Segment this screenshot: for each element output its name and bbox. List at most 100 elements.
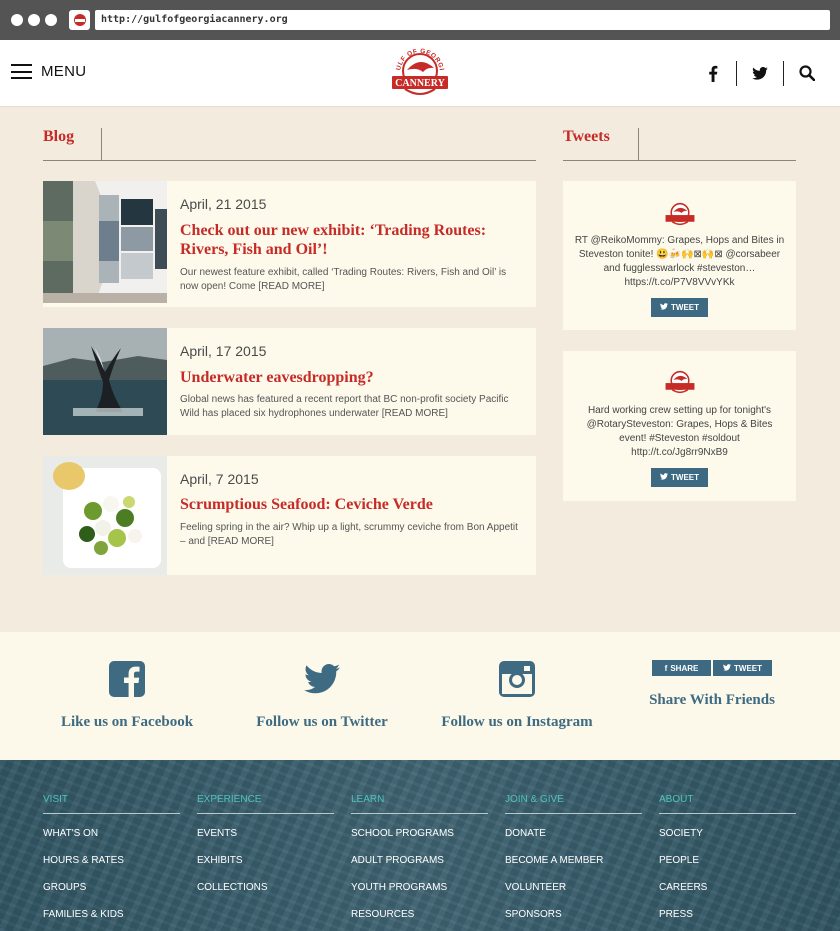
tweet-avatar-logo xyxy=(665,370,695,394)
twitter-icon xyxy=(660,473,668,482)
footer-heading: ABOUT xyxy=(659,794,796,814)
footer-link[interactable]: ADULT PROGRAMS xyxy=(351,855,488,868)
footer-link[interactable]: VOLUNTEER xyxy=(505,882,642,895)
blog-post-excerpt: Feeling spring in the air? Whip up a lig… xyxy=(180,522,518,547)
blog-post-title[interactable]: Scrumptious Seafood: Ceviche Verde xyxy=(180,495,520,514)
tweets-heading-divider xyxy=(638,128,639,160)
share-buttons: f SHARE TWEET xyxy=(612,660,812,676)
facebook-follow-label[interactable]: Like us on Facebook xyxy=(27,714,227,731)
footer-heading: EXPERIENCE xyxy=(197,794,334,814)
footer-heading: VISIT xyxy=(43,794,180,814)
footer-link[interactable]: BECOME A MEMBER xyxy=(505,855,642,868)
instagram-follow-label[interactable]: Follow us on Instagram xyxy=(417,714,617,731)
blog-post-card[interactable]: April, 21 2015 Check out our new exhibit… xyxy=(43,181,536,307)
site-header: MENU GULF OF GEORGIA CANNERY xyxy=(0,40,840,107)
footer-link[interactable]: COLLECTIONS xyxy=(197,882,334,895)
facebook-icon: f xyxy=(664,663,668,673)
tweet-card: Hard working crew setting up for tonight… xyxy=(563,351,796,501)
footer-heading: LEARN xyxy=(351,794,488,814)
share-with-friends: f SHARE TWEET Share With Friends xyxy=(612,648,812,709)
footer-column-visit: VISIT WHAT'S ON HOURS & RATES GROUPS FAM… xyxy=(43,794,180,922)
footer-link[interactable]: EXHIBITS xyxy=(197,855,334,868)
twitter-icon xyxy=(723,663,731,673)
logo-main-text: CANNERY xyxy=(395,78,445,89)
tweets-heading: Tweets xyxy=(563,128,610,145)
blog-post-excerpt: Global news has featured a recent report… xyxy=(180,394,509,419)
twitter-share-button[interactable]: TWEET xyxy=(713,660,772,676)
ceviche-photo xyxy=(43,456,167,575)
blog-post-excerpt: Our newest feature exhibit, called ‘Trad… xyxy=(180,267,507,292)
blog-post-title[interactable]: Underwater eavesdropping? xyxy=(180,368,520,387)
tweet-text: RT @ReikoMommy: Grapes, Hops and Bites i… xyxy=(574,235,785,288)
footer-link[interactable]: WHAT'S ON xyxy=(43,828,180,841)
tweet-button[interactable]: TWEET xyxy=(651,298,708,317)
twitter-icon xyxy=(222,660,422,698)
hamburger-icon xyxy=(11,64,32,79)
footer-link[interactable]: DONATE xyxy=(505,828,642,841)
footer-link[interactable]: GROUPS xyxy=(43,882,180,895)
header-divider xyxy=(783,60,784,86)
footer-link[interactable]: YOUTH PROGRAMS xyxy=(351,882,488,895)
menu-button[interactable]: MENU xyxy=(11,63,86,80)
share-button-label: SHARE xyxy=(670,663,699,673)
search-icon[interactable] xyxy=(792,60,822,86)
tweet-button-label: TWEET xyxy=(671,303,699,312)
blog-post-card[interactable]: April, 17 2015 Underwater eavesdropping?… xyxy=(43,328,536,435)
footer-link[interactable]: FAMILIES & KIDS xyxy=(43,909,180,922)
footer-link[interactable]: RESOURCES xyxy=(351,909,488,922)
blog-post-title[interactable]: Check out our new exhibit: ‘Trading Rout… xyxy=(180,221,520,259)
footer-column-experience: EXPERIENCE EVENTS EXHIBITS COLLECTIONS xyxy=(197,794,334,895)
twitter-follow-label[interactable]: Follow us on Twitter xyxy=(222,714,422,731)
blog-post-card[interactable]: April, 7 2015 Scrumptious Seafood: Cevic… xyxy=(43,456,536,575)
blog-post-date: April, 17 2015 xyxy=(180,343,267,359)
tweet-button-label: TWEET xyxy=(671,473,699,482)
blog-heading-divider xyxy=(101,128,102,160)
footer-heading: JOIN & GIVE xyxy=(505,794,642,814)
footer-link[interactable]: SOCIETY xyxy=(659,828,796,841)
cannery-logo[interactable]: GULF OF GEORGIA CANNERY xyxy=(389,43,451,101)
social-band: Like us on Facebook Follow us on Twitter… xyxy=(0,632,840,760)
site-footer: VISIT WHAT'S ON HOURS & RATES GROUPS FAM… xyxy=(0,760,840,931)
window-maximize-dot[interactable] xyxy=(45,14,57,26)
menu-label: MENU xyxy=(41,63,87,80)
footer-link[interactable]: CAREERS xyxy=(659,882,796,895)
blog-heading-rule xyxy=(43,160,536,161)
footer-link[interactable]: PRESS xyxy=(659,909,796,922)
footer-link[interactable]: SPONSORS xyxy=(505,909,642,922)
twitter-icon[interactable] xyxy=(745,60,775,86)
address-bar[interactable]: http://gulfofgeorgiacannery.org xyxy=(95,10,830,30)
tweet-button[interactable]: TWEET xyxy=(651,468,708,487)
tweet-share-label: TWEET xyxy=(734,663,762,673)
instagram-follow[interactable]: Follow us on Instagram xyxy=(417,660,617,731)
window-close-dot[interactable] xyxy=(11,14,23,26)
tweet-card: RT @ReikoMommy: Grapes, Hops and Bites i… xyxy=(563,181,796,330)
tweets-heading-rule xyxy=(563,160,796,161)
footer-column-join-give: JOIN & GIVE DONATE BECOME A MEMBER VOLUN… xyxy=(505,794,642,922)
footer-link[interactable]: SCHOOL PROGRAMS xyxy=(351,828,488,841)
header-social-icons xyxy=(698,60,822,86)
footer-link[interactable]: HOURS & RATES xyxy=(43,855,180,868)
footer-link[interactable]: EVENTS xyxy=(197,828,334,841)
exhibit-photo xyxy=(43,181,167,303)
footer-link[interactable]: PEOPLE xyxy=(659,855,796,868)
footer-column-about: ABOUT SOCIETY PEOPLE CAREERS PRESS xyxy=(659,794,796,922)
favicon-icon xyxy=(69,10,90,30)
facebook-square-icon xyxy=(27,660,227,698)
blog-post-date: April, 21 2015 xyxy=(180,196,267,212)
whale-tail-photo xyxy=(43,328,167,435)
header-divider xyxy=(736,60,737,86)
tweet-text: Hard working crew setting up for tonight… xyxy=(586,405,773,458)
window-minimize-dot[interactable] xyxy=(28,14,40,26)
share-with-friends-label[interactable]: Share With Friends xyxy=(612,692,812,709)
footer-column-learn: LEARN SCHOOL PROGRAMS ADULT PROGRAMS YOU… xyxy=(351,794,488,922)
facebook-follow[interactable]: Like us on Facebook xyxy=(27,660,227,731)
twitter-follow[interactable]: Follow us on Twitter xyxy=(222,660,422,731)
blog-post-date: April, 7 2015 xyxy=(180,471,259,487)
blog-heading: Blog xyxy=(43,128,75,145)
facebook-icon[interactable] xyxy=(698,60,728,86)
facebook-share-button[interactable]: f SHARE xyxy=(652,660,711,676)
tweet-avatar-logo xyxy=(665,202,695,226)
browser-chrome: http://gulfofgeorgiacannery.org xyxy=(0,0,840,40)
twitter-icon xyxy=(660,303,668,312)
instagram-icon xyxy=(417,660,617,698)
